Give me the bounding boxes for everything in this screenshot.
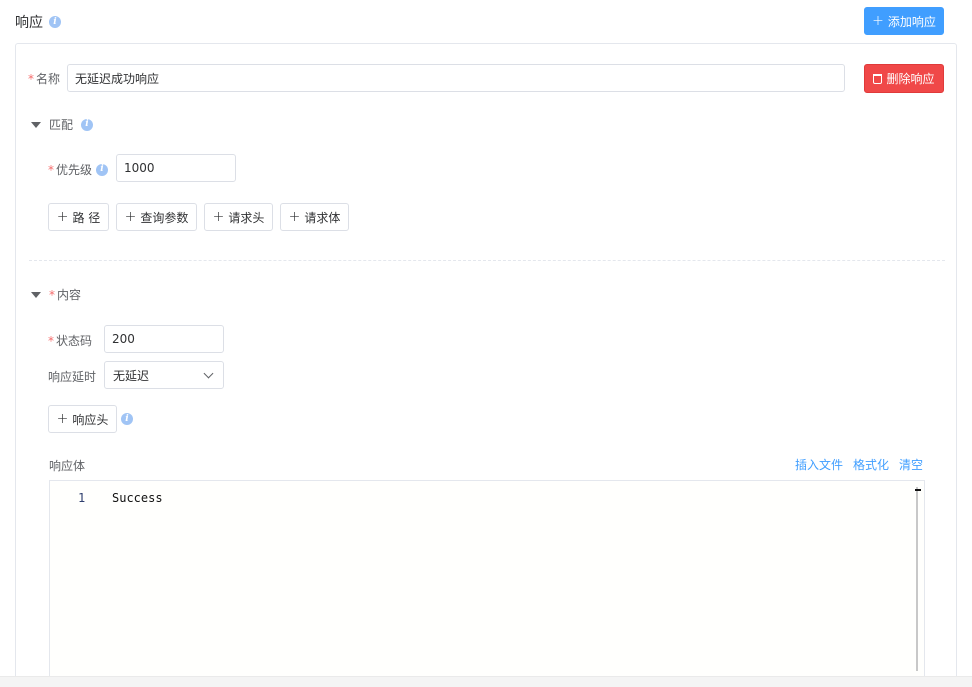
add-path-button[interactable]: + 路 径 (48, 203, 109, 231)
section-divider (29, 260, 945, 261)
caret-down-icon (31, 291, 41, 298)
plus-icon: + (124, 209, 137, 225)
add-query-label: 查询参数 (140, 210, 189, 225)
response-delay-label-text: 响应延时 (48, 370, 97, 384)
body-actions: 插入文件 格式化 清空 (795, 456, 923, 473)
add-response-label: 添加响应 (887, 14, 936, 29)
status-code-label: * 状态码 (48, 332, 92, 349)
response-card: * 名称 无延迟成功响应 删除响应 匹配 i * 优先级 i 1000 + 路 径 +… (15, 43, 957, 687)
editor-scrollbar[interactable] (916, 487, 918, 671)
editor-scrollbar-handle[interactable] (915, 489, 921, 491)
plus-icon: + (212, 209, 225, 225)
name-input-value: 无延迟成功响应 (75, 71, 160, 86)
line-number: 1 (78, 491, 86, 505)
add-request-header-button[interactable]: + 请求头 (204, 203, 273, 231)
caret-down-icon (31, 121, 41, 128)
response-body-label-text: 响应体 (49, 459, 86, 473)
priority-input[interactable]: 1000 (116, 154, 236, 182)
chevron-down-icon (203, 368, 214, 378)
match-section-toggle[interactable]: 匹配 i (31, 116, 94, 133)
add-query-button[interactable]: + 查询参数 (116, 203, 197, 231)
response-delay-value: 无延迟 (113, 368, 150, 383)
response-body-label: 响应体 (49, 457, 85, 474)
priority-input-value: 1000 (124, 161, 155, 175)
add-request-header-label: 请求头 (228, 210, 265, 225)
required-marker: * (48, 334, 54, 348)
page-title: 响应 i (15, 12, 61, 32)
add-response-button[interactable]: + 添加响应 (864, 7, 944, 35)
bottom-strip (0, 676, 972, 687)
name-label: * 名称 (28, 70, 60, 87)
add-path-label: 路 径 (72, 210, 101, 225)
response-delay-select[interactable]: 无延迟 (104, 361, 224, 389)
required-marker: * (28, 72, 34, 86)
delete-response-button[interactable]: 删除响应 (864, 64, 944, 93)
plus-icon: + (872, 13, 884, 29)
info-icon[interactable]: i (49, 16, 61, 28)
plus-icon: + (288, 209, 301, 225)
info-icon[interactable]: i (81, 118, 94, 131)
code-line: Success (112, 491, 163, 505)
content-section-title: 内容 (57, 288, 82, 302)
page-title-text: 响应 (15, 15, 43, 31)
add-response-header-button[interactable]: + 响应头 (48, 405, 117, 433)
name-label-text: 名称 (36, 72, 61, 86)
add-request-body-button[interactable]: + 请求体 (280, 203, 349, 231)
priority-label-text: 优先级 (56, 163, 93, 177)
name-input[interactable]: 无延迟成功响应 (67, 64, 845, 92)
add-response-header-label: 响应头 (72, 412, 109, 427)
status-code-input[interactable]: 200 (104, 325, 224, 353)
required-marker: * (48, 163, 54, 177)
info-icon[interactable]: i (121, 413, 133, 425)
format-link[interactable]: 格式化 (853, 456, 889, 473)
response-body-editor[interactable]: 1 Success (49, 480, 925, 680)
plus-icon: + (56, 209, 69, 225)
clear-link[interactable]: 清空 (899, 456, 923, 473)
trash-icon (873, 73, 883, 84)
page: 响应 i + 添加响应 * 名称 无延迟成功响应 删除响应 匹配 i * 优先级 i… (0, 0, 972, 687)
add-request-body-label: 请求体 (304, 210, 341, 225)
response-delay-label: 响应延时 (48, 368, 96, 385)
insert-file-link[interactable]: 插入文件 (795, 456, 843, 473)
info-icon[interactable]: i (96, 163, 109, 176)
status-code-label-text: 状态码 (56, 334, 93, 348)
priority-label: * 优先级 i (48, 161, 109, 178)
status-code-value: 200 (112, 332, 135, 346)
content-section-toggle[interactable]: * 内容 (31, 286, 81, 303)
match-section-title: 匹配 (49, 118, 74, 132)
required-marker: * (49, 288, 55, 302)
plus-icon: + (56, 411, 69, 427)
delete-response-label: 删除响应 (886, 72, 935, 86)
